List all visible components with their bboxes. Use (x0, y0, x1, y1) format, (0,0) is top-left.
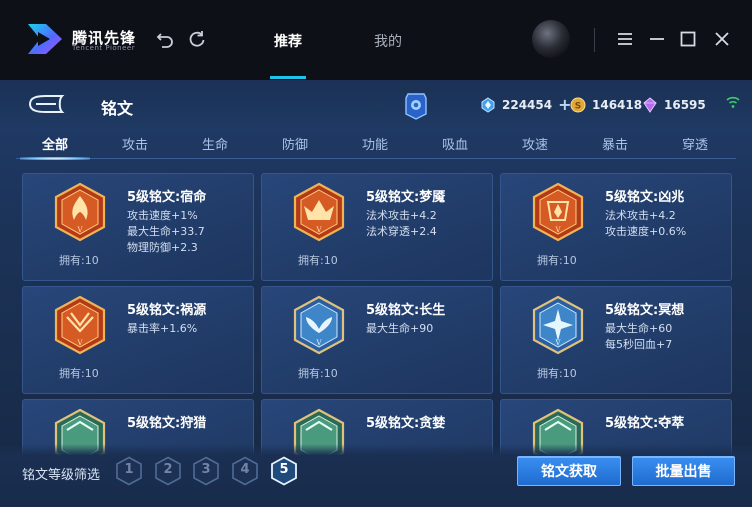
level-filter-2[interactable]: 2 (154, 456, 182, 486)
rune-stat: 法术穿透+2.4 (366, 225, 437, 238)
level-number: 3 (201, 462, 211, 477)
diamond-amount: 224454 (502, 98, 553, 112)
rune-card-mingxiang[interactable]: V 5级铭文:冥想 最大生命+60 每5秒回血+7 拥有:10 (500, 286, 732, 394)
red-rune-icon: V (54, 295, 106, 355)
signal-icon (726, 96, 740, 108)
red-rune-icon: V (532, 182, 584, 242)
minimize-icon[interactable] (646, 28, 668, 50)
currency-diamond: 224454 + (480, 96, 572, 114)
rune-stat: 暴击率+1.6% (127, 322, 198, 335)
gold-coin-icon: S (570, 97, 586, 113)
rune-card-xiongzhao[interactable]: V 5级铭文:凶兆 法术攻击+4.2 攻击速度+0.6% 拥有:10 (500, 173, 732, 281)
currency-crystal: 16595 (642, 96, 706, 114)
diamond-coupon-icon (481, 97, 495, 113)
rune-owned-count: 拥有:10 (537, 367, 577, 380)
rune-name: 5级铭文:贪婪 (366, 416, 446, 431)
level-filter-5[interactable]: 5 (270, 456, 298, 486)
red-rune-icon: V (293, 182, 345, 242)
svg-text:V: V (554, 226, 561, 234)
rune-stat: 法术攻击+4.2 (605, 209, 676, 222)
active-tab-indicator (270, 76, 306, 79)
category-health[interactable]: 生命 (202, 134, 228, 153)
purple-crystal-icon (643, 97, 657, 113)
category-divider (16, 158, 736, 159)
rune-card-changsheng[interactable]: V 5级铭文:长生 最大生命+90 拥有:10 (261, 286, 493, 394)
svg-text:V: V (315, 226, 322, 234)
rune-name: 5级铭文:祸源 (127, 303, 207, 318)
rune-name: 5级铭文:夺萃 (605, 416, 685, 431)
tab-recommend[interactable]: 推荐 (274, 31, 302, 51)
svg-text:V: V (76, 339, 83, 347)
rune-stat: 最大生命+60 (605, 322, 673, 335)
rune-name: 5级铭文:宿命 (127, 190, 207, 205)
rune-stat: 物理防御+2.3 (127, 241, 198, 254)
blue-rune-icon: V (532, 295, 584, 355)
rune-name: 5级铭文:狩猎 (127, 416, 207, 431)
level-number: 2 (163, 462, 173, 477)
category-critical[interactable]: 暴击 (602, 134, 628, 153)
crystal-amount: 16595 (664, 98, 706, 112)
rune-owned-count: 拥有:10 (298, 367, 338, 380)
active-category-indicator (20, 157, 90, 160)
user-avatar[interactable] (532, 20, 570, 58)
rune-stat: 最大生命+90 (366, 322, 434, 335)
category-lifesteal[interactable]: 吸血 (442, 134, 468, 153)
rune-stat: 每5秒回血+7 (605, 338, 673, 351)
rune-page-emblem-icon[interactable] (404, 92, 428, 120)
category-all[interactable]: 全部 (42, 134, 68, 153)
rune-name: 5级铭文:梦魇 (366, 190, 446, 205)
level-filter-label: 铭文等级筛选 (22, 468, 101, 483)
rune-owned-count: 拥有:10 (298, 254, 338, 267)
rune-card-huoyuan[interactable]: V 5级铭文:祸源 暴击率+1.6% 拥有:10 (22, 286, 254, 394)
level-filter-1[interactable]: 1 (115, 456, 143, 486)
refresh-icon[interactable] (186, 28, 208, 50)
svg-text:S: S (575, 102, 581, 112)
close-icon[interactable] (711, 28, 733, 50)
category-attack[interactable]: 攻击 (122, 134, 148, 153)
rune-stat: 最大生命+33.7 (127, 225, 205, 238)
maximize-icon[interactable] (677, 28, 699, 50)
level-number: 5 (279, 462, 289, 477)
back-icon[interactable] (26, 93, 66, 115)
blue-rune-icon: V (293, 295, 345, 355)
tab-mine[interactable]: 我的 (374, 31, 402, 51)
level-number: 4 (240, 462, 250, 477)
page-title: 铭文 (101, 99, 134, 118)
rune-stat: 攻击速度+0.6% (605, 225, 687, 238)
game-window: 铭文 224454 + S 146418 16595 全部 攻击 生命 防御 功… (0, 80, 752, 507)
category-defense[interactable]: 防御 (282, 134, 308, 153)
tencent-pioneer-logo-icon (28, 24, 62, 54)
topbar-divider (594, 28, 595, 52)
rune-card-mengyan[interactable]: V 5级铭文:梦魇 法术攻击+4.2 法术穿透+2.4 拥有:10 (261, 173, 493, 281)
menu-icon[interactable] (614, 28, 636, 50)
category-penetration[interactable]: 穿透 (682, 134, 708, 153)
rune-stat: 法术攻击+4.2 (366, 209, 437, 222)
level-filter-3[interactable]: 3 (192, 456, 220, 486)
undo-icon[interactable] (154, 28, 176, 50)
launcher-topbar: 腾讯先锋 Tencent Pioneer 推荐 我的 (0, 0, 752, 80)
gold-amount: 146418 (592, 98, 643, 112)
rune-name: 5级铭文:冥想 (605, 303, 685, 318)
rune-card-suming[interactable]: V 5级铭文:宿命 攻击速度+1% 最大生命+33.7 物理防御+2.3 拥有:… (22, 173, 254, 281)
level-number: 1 (124, 462, 134, 477)
rune-owned-count: 拥有:10 (59, 254, 99, 267)
logo-subtitle: Tencent Pioneer (72, 44, 136, 52)
rune-stat: 攻击速度+1% (127, 209, 198, 222)
red-rune-icon: V (54, 182, 106, 242)
rune-owned-count: 拥有:10 (59, 367, 99, 380)
svg-text:V: V (315, 339, 322, 347)
category-utility[interactable]: 功能 (362, 134, 388, 153)
rune-name: 5级铭文:长生 (366, 303, 446, 318)
rune-owned-count: 拥有:10 (537, 254, 577, 267)
acquire-rune-button[interactable]: 铭文获取 (517, 456, 621, 486)
batch-sell-button[interactable]: 批量出售 (632, 456, 735, 486)
svg-text:V: V (554, 339, 561, 347)
currency-gold: S 146418 (570, 96, 642, 114)
category-attack-speed[interactable]: 攻速 (522, 134, 548, 153)
svg-text:V: V (76, 226, 83, 234)
rune-name: 5级铭文:凶兆 (605, 190, 685, 205)
level-filter-4[interactable]: 4 (231, 456, 259, 486)
